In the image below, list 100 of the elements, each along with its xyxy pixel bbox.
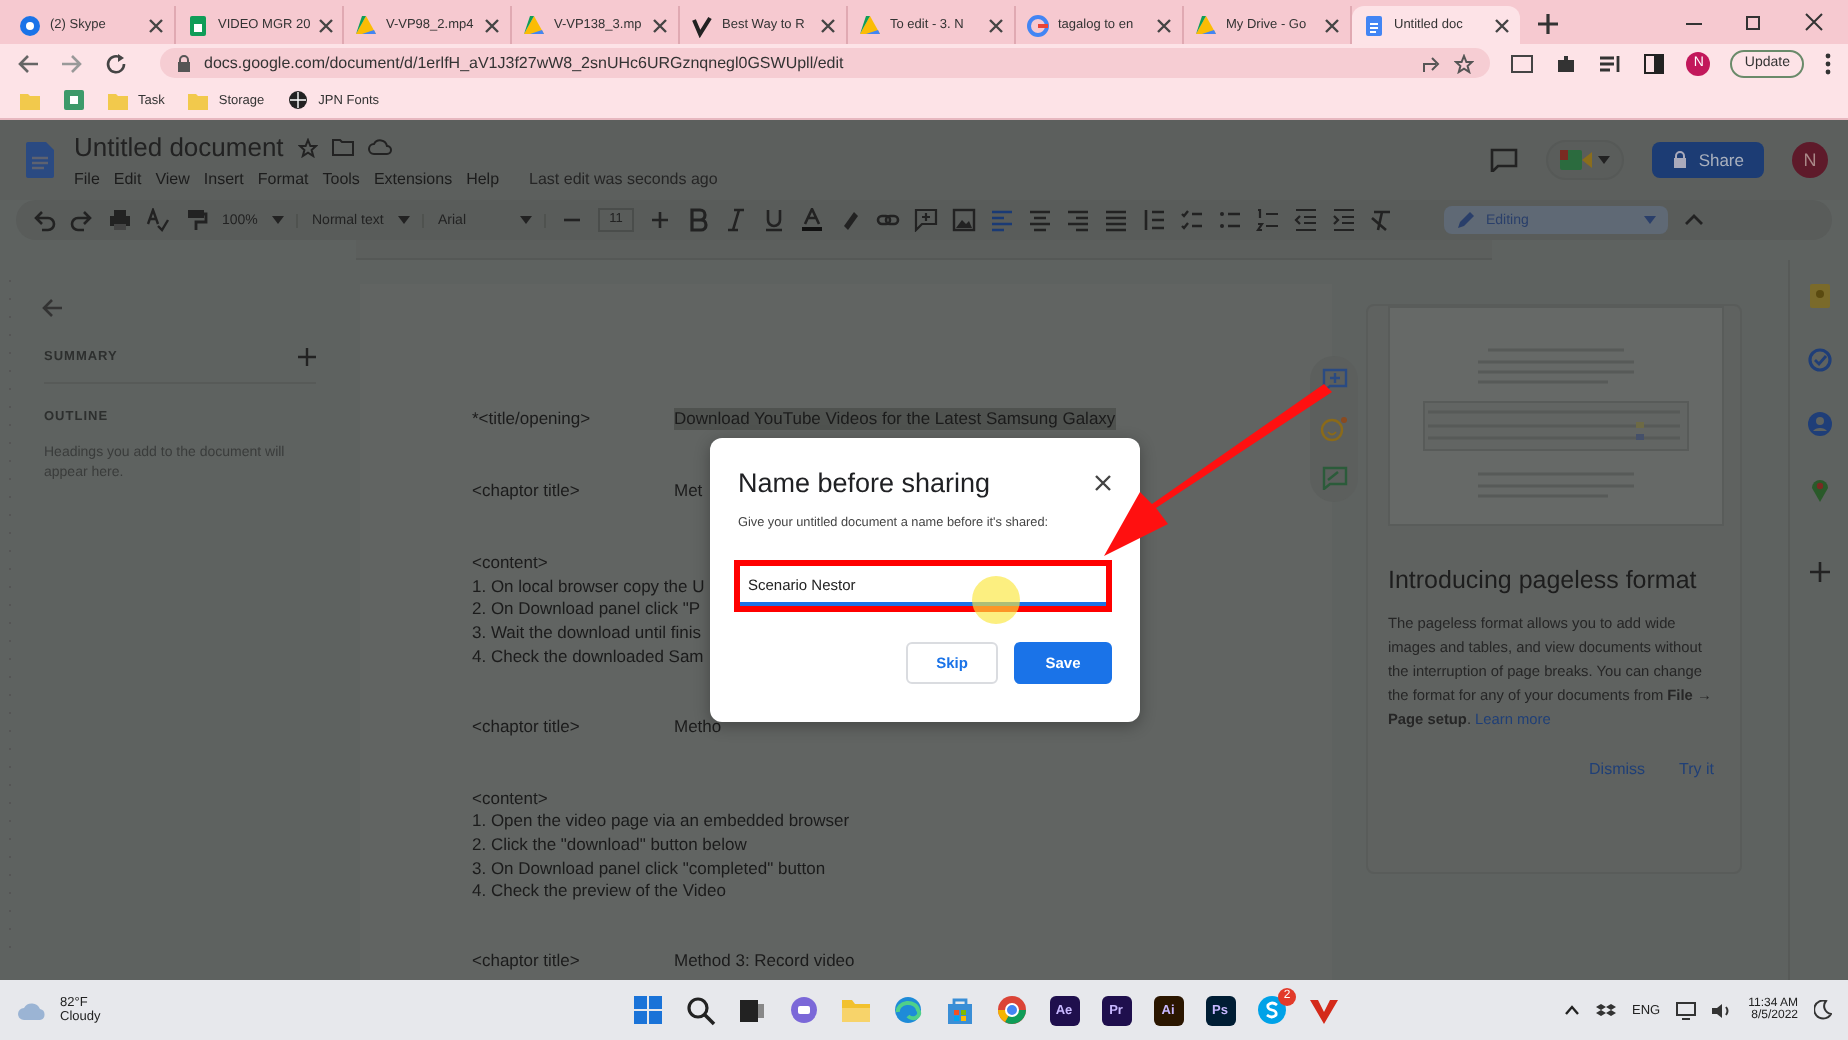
add-icon[interactable] bbox=[1809, 562, 1829, 582]
cloud-icon[interactable] bbox=[16, 1000, 48, 1020]
user-avatar[interactable]: N bbox=[1792, 142, 1828, 178]
caret-icon bbox=[520, 216, 532, 224]
caret-icon bbox=[1598, 156, 1611, 164]
star-icon[interactable] bbox=[1454, 53, 1475, 73]
folder-icon[interactable] bbox=[331, 138, 354, 156]
cast-icon[interactable] bbox=[1510, 53, 1535, 73]
video-call-button[interactable] bbox=[1546, 140, 1625, 180]
close-icon[interactable] bbox=[484, 17, 500, 33]
add-comment-icon[interactable] bbox=[914, 208, 938, 232]
monitor-icon[interactable] bbox=[1676, 1001, 1697, 1019]
s-icon[interactable] bbox=[1256, 994, 1288, 1026]
document-text: Met bbox=[674, 480, 703, 502]
numbered-list-icon[interactable] bbox=[1256, 208, 1280, 232]
back-icon[interactable] bbox=[16, 51, 40, 75]
note-icon[interactable] bbox=[1807, 284, 1831, 308]
close-icon[interactable] bbox=[1494, 17, 1510, 33]
doc-icon bbox=[1362, 13, 1386, 37]
person-icon[interactable] bbox=[1807, 412, 1831, 436]
close-icon[interactable] bbox=[148, 17, 164, 33]
close-icon[interactable] bbox=[988, 17, 1004, 33]
spellcheck-icon[interactable] bbox=[146, 208, 170, 232]
close-icon[interactable] bbox=[1156, 17, 1172, 33]
card-title: Introducing pageless format bbox=[1388, 566, 1699, 594]
folder-icon[interactable] bbox=[840, 994, 872, 1026]
clear-format-icon[interactable] bbox=[1370, 208, 1394, 232]
emoji-icon[interactable] bbox=[1320, 416, 1348, 442]
globe-icon bbox=[288, 90, 309, 110]
list-item: 1. Open the video page via an embedded browser bbox=[472, 810, 850, 834]
reload-icon[interactable] bbox=[104, 51, 128, 75]
document-text: <content> bbox=[472, 552, 548, 576]
close-icon[interactable] bbox=[1324, 17, 1340, 33]
share-icon[interactable] bbox=[1422, 53, 1443, 73]
cloud-icon[interactable] bbox=[367, 138, 392, 156]
close-icon[interactable] bbox=[652, 17, 668, 33]
share-button[interactable]: Share bbox=[1652, 142, 1764, 178]
speaker-icon[interactable] bbox=[1712, 1001, 1733, 1019]
image-icon[interactable] bbox=[952, 208, 976, 232]
document-text: Method 3: Record video bbox=[674, 950, 855, 973]
v-icon[interactable] bbox=[1308, 994, 1340, 1026]
ring-icon[interactable] bbox=[996, 994, 1028, 1026]
more-icon[interactable] bbox=[1824, 51, 1832, 75]
back-arrow-icon[interactable] bbox=[40, 296, 64, 320]
task-icon[interactable] bbox=[1807, 348, 1831, 372]
moon-icon[interactable] bbox=[1814, 1000, 1832, 1020]
address-bar[interactable]: docs.google.com/document/d/1erlfH_aV1J3f27wW8_2snUHc6URGznqnegl0GSWUpll/edit bbox=[160, 48, 1491, 78]
search-icon[interactable] bbox=[684, 994, 716, 1026]
increase-indent-icon[interactable] bbox=[1332, 208, 1356, 232]
close-icon[interactable] bbox=[820, 17, 836, 33]
chat-bubble-icon[interactable] bbox=[788, 994, 820, 1026]
swirl-icon[interactable] bbox=[892, 994, 924, 1026]
folder-icon bbox=[108, 91, 128, 109]
checklist-icon[interactable] bbox=[1180, 208, 1204, 232]
playlist-icon[interactable] bbox=[1598, 51, 1623, 75]
restore-icon[interactable] bbox=[1744, 12, 1764, 32]
g-icon bbox=[1026, 13, 1050, 37]
bold-icon[interactable] bbox=[686, 208, 710, 232]
italic-icon[interactable] bbox=[724, 208, 748, 232]
underline-icon[interactable] bbox=[762, 208, 786, 232]
redo-icon[interactable] bbox=[70, 208, 94, 232]
undo-icon[interactable] bbox=[32, 208, 56, 232]
triangle-icon bbox=[522, 13, 546, 37]
add-comment-icon[interactable] bbox=[1321, 368, 1347, 392]
align-right-icon[interactable] bbox=[1066, 208, 1090, 232]
forward-icon[interactable] bbox=[60, 51, 84, 75]
add-icon[interactable] bbox=[298, 348, 316, 366]
list-item: 3. Wait the download until finis bbox=[472, 622, 701, 646]
puzzle-icon[interactable] bbox=[1554, 51, 1579, 75]
comment-icon[interactable] bbox=[1490, 148, 1519, 172]
v-icon bbox=[690, 13, 714, 37]
align-left-icon[interactable] bbox=[990, 208, 1014, 232]
decrease-indent-icon[interactable] bbox=[1294, 208, 1318, 232]
windows-icon[interactable] bbox=[632, 994, 664, 1026]
caret-icon bbox=[398, 216, 410, 224]
align-center-icon[interactable] bbox=[1028, 208, 1052, 232]
map-pin-icon[interactable] bbox=[1809, 476, 1829, 502]
sidepanel-icon[interactable] bbox=[1642, 51, 1667, 75]
bag-icon[interactable] bbox=[944, 994, 976, 1026]
document-text: <chaptor title> bbox=[472, 715, 582, 738]
bulleted-list-icon[interactable] bbox=[1218, 208, 1242, 232]
document-text: Metho bbox=[674, 715, 722, 738]
dropbox-icon[interactable] bbox=[1596, 1001, 1616, 1019]
close-icon[interactable] bbox=[1804, 12, 1824, 32]
grid-icon[interactable] bbox=[64, 90, 84, 110]
text-color-icon[interactable] bbox=[800, 208, 824, 232]
close-icon[interactable] bbox=[1094, 474, 1112, 492]
new-tab-icon[interactable] bbox=[1536, 12, 1560, 36]
star-icon[interactable] bbox=[297, 137, 318, 157]
print-icon[interactable] bbox=[108, 208, 132, 232]
close-icon[interactable] bbox=[318, 17, 335, 33]
highlighter-icon[interactable] bbox=[838, 208, 862, 232]
line-spacing-icon[interactable] bbox=[1142, 208, 1166, 232]
windows-stack-icon[interactable] bbox=[736, 994, 768, 1026]
plus-icon[interactable] bbox=[648, 208, 672, 232]
list-item: 3. On Download panel click "completed" button bbox=[472, 857, 826, 881]
justify-icon[interactable] bbox=[1104, 208, 1128, 232]
chevron-up-icon[interactable] bbox=[1564, 1004, 1580, 1016]
document-icon[interactable] bbox=[26, 142, 54, 178]
paint-format-icon[interactable] bbox=[184, 208, 208, 232]
